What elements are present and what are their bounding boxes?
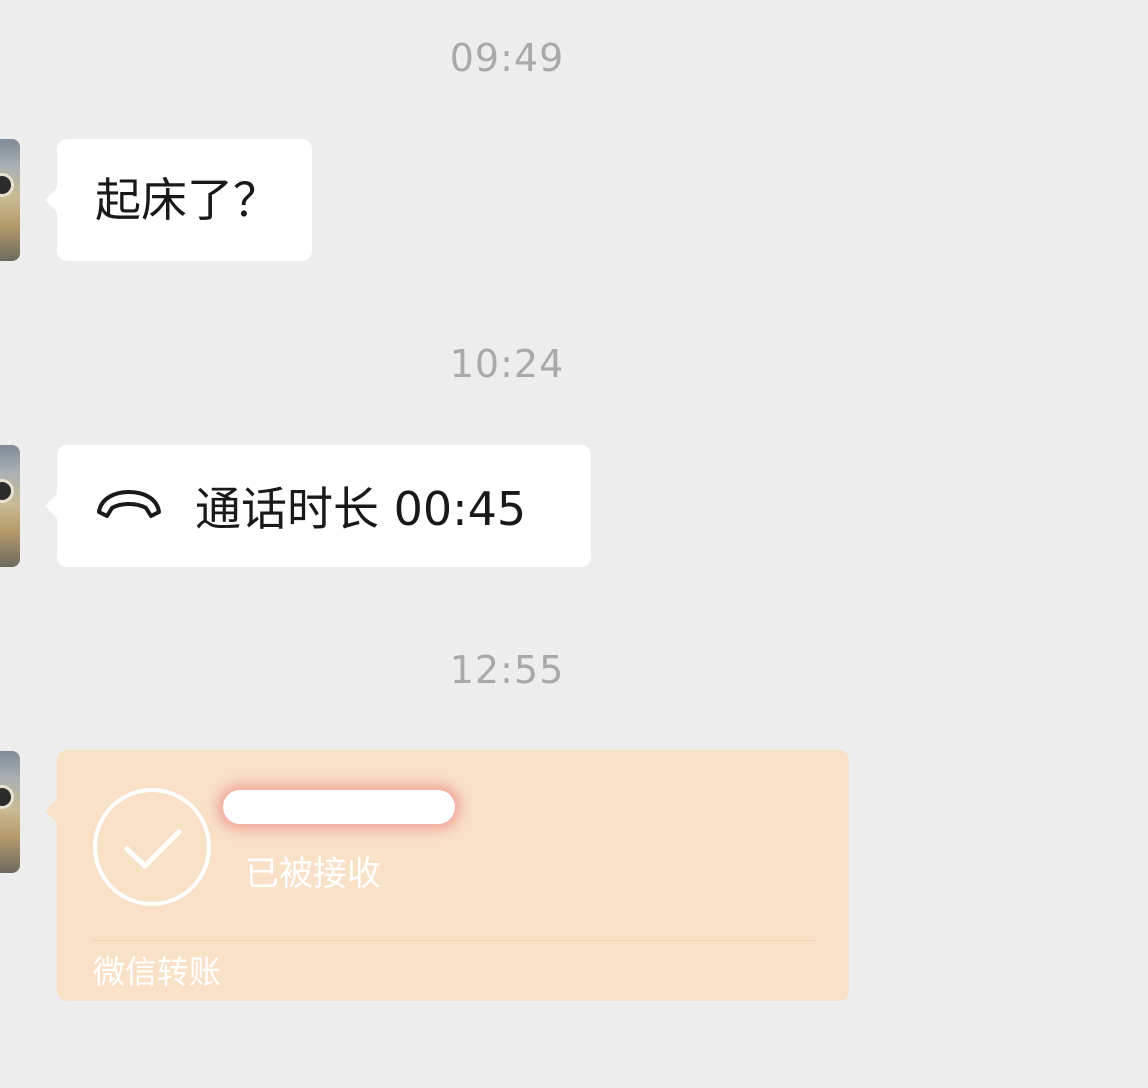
timestamp-1255: 12:55 bbox=[449, 648, 565, 692]
message-bubble-text[interactable]: 起床了？ bbox=[45, 139, 312, 261]
avatar-detail bbox=[0, 785, 14, 809]
check-circle-icon bbox=[93, 788, 211, 906]
avatar[interactable] bbox=[0, 751, 20, 873]
avatar[interactable] bbox=[0, 139, 20, 261]
divider bbox=[93, 940, 815, 941]
transfer-footer: 微信转账 bbox=[93, 953, 222, 991]
avatar-detail bbox=[0, 173, 14, 197]
message-text: 起床了？ bbox=[95, 173, 279, 227]
amount-redaction bbox=[223, 790, 455, 824]
avatar-detail bbox=[0, 479, 14, 503]
timestamp-0949: 09:49 bbox=[449, 36, 565, 80]
avatar[interactable] bbox=[0, 445, 20, 567]
message-bubble-call[interactable]: 通话时长 00:45 bbox=[45, 445, 591, 567]
call-duration-label: 通话时长 00:45 bbox=[195, 482, 527, 536]
call-row: 通话时长 00:45 bbox=[57, 445, 591, 567]
transfer-bubble[interactable]: 已被接收 微信转账 bbox=[45, 750, 849, 1001]
phone-hangup-icon bbox=[93, 484, 195, 528]
transfer-status: 已被接收 bbox=[245, 854, 381, 894]
timestamp-1024: 10:24 bbox=[449, 342, 565, 386]
